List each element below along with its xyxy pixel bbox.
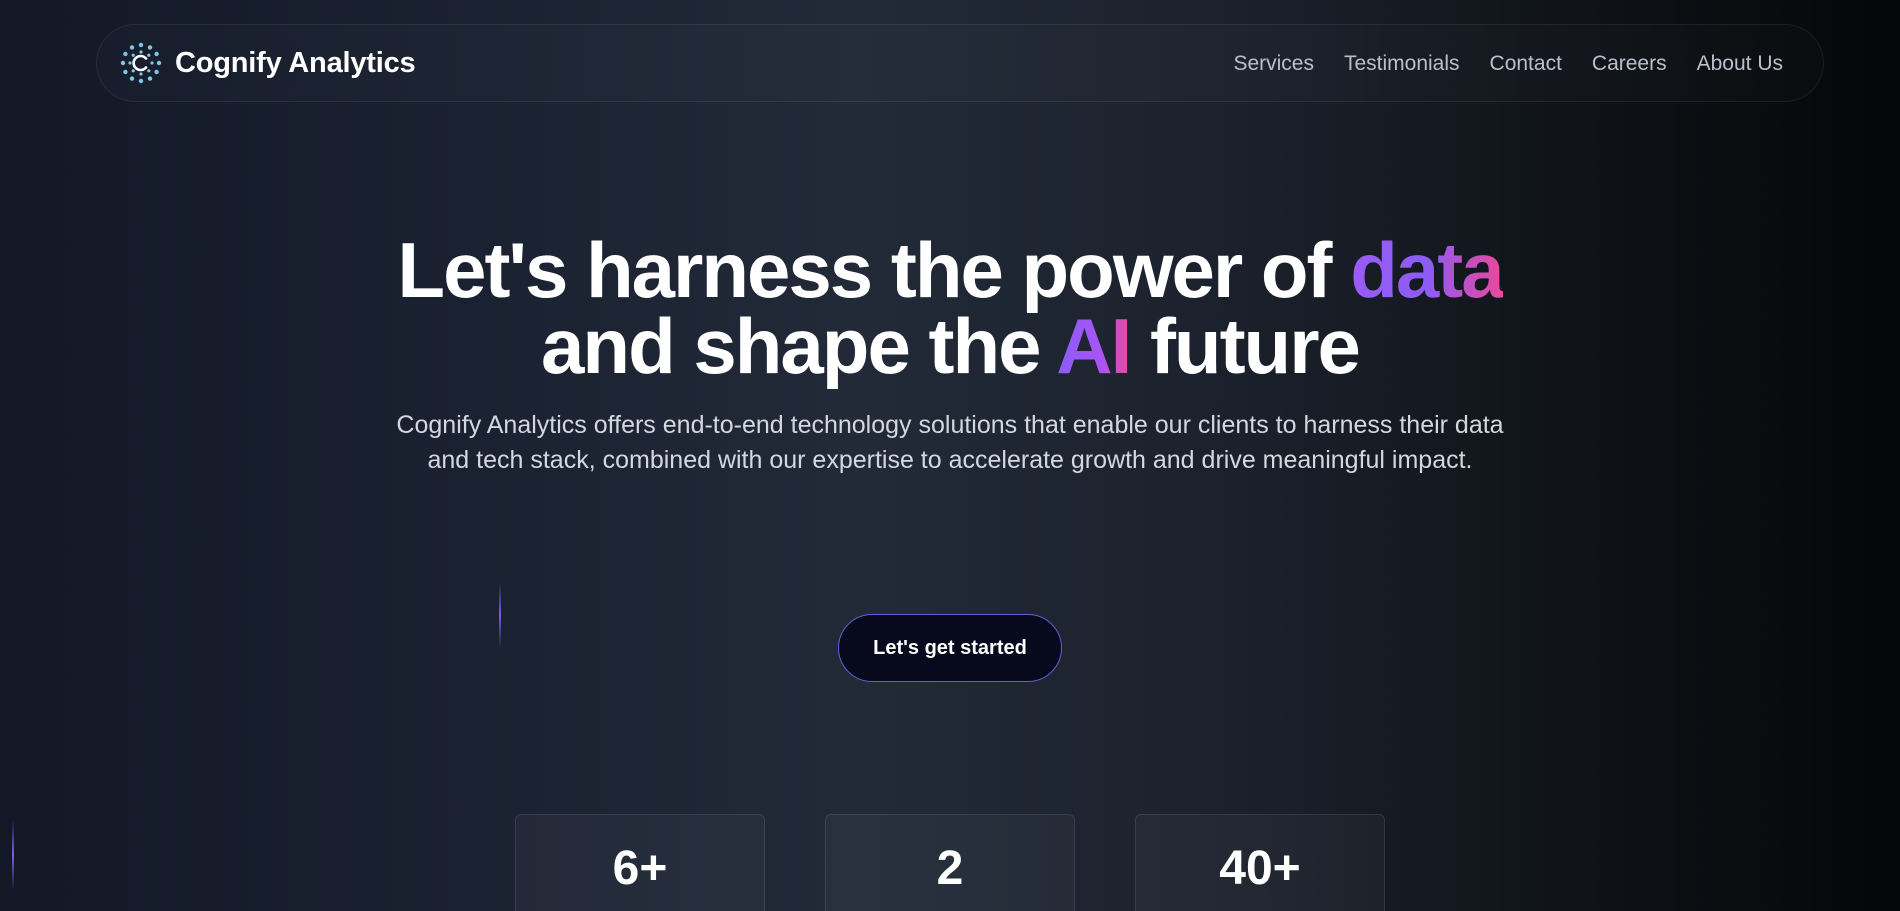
stat-value: 6+ xyxy=(612,842,668,895)
brand-name: Cognify Analytics xyxy=(175,46,416,79)
stat-value: 40+ xyxy=(1219,842,1301,895)
headline-highlight-data: data xyxy=(1350,226,1504,314)
decorative-light-beam xyxy=(12,820,14,890)
nav-links: Services Testimonials Contact Careers Ab… xyxy=(1233,25,1783,103)
stat-card: 6+ xyxy=(515,814,765,911)
nav-link-about-us[interactable]: About Us xyxy=(1697,52,1783,76)
hero-subtext: Cognify Analytics offers end-to-end tech… xyxy=(396,411,1504,474)
get-started-button[interactable]: Let's get started xyxy=(838,614,1062,682)
headline-highlight-ai: AI xyxy=(1056,302,1132,390)
brand[interactable]: Cognify Analytics xyxy=(119,41,416,85)
c-dots-logo-icon xyxy=(120,42,162,84)
nav-link-testimonials[interactable]: Testimonials xyxy=(1344,52,1460,76)
stat-card: 40+ xyxy=(1135,814,1385,911)
nav-link-careers[interactable]: Careers xyxy=(1592,52,1667,76)
hero-section: Let's harness the power of data and shap… xyxy=(0,231,1900,478)
hero-headline: Let's harness the power of data and shap… xyxy=(0,231,1900,385)
decorative-light-beam xyxy=(499,582,501,648)
nav-link-contact[interactable]: Contact xyxy=(1490,52,1562,76)
stat-value: 2 xyxy=(936,842,964,895)
top-navigation-bar: Cognify Analytics Services Testimonials … xyxy=(96,24,1824,102)
nav-link-services[interactable]: Services xyxy=(1233,52,1314,76)
headline-text: and shape the xyxy=(541,302,1057,390)
headline-text: Let's harness the power of xyxy=(397,226,1351,314)
headline-text: future xyxy=(1130,302,1361,390)
stat-card: 2 xyxy=(825,814,1075,911)
